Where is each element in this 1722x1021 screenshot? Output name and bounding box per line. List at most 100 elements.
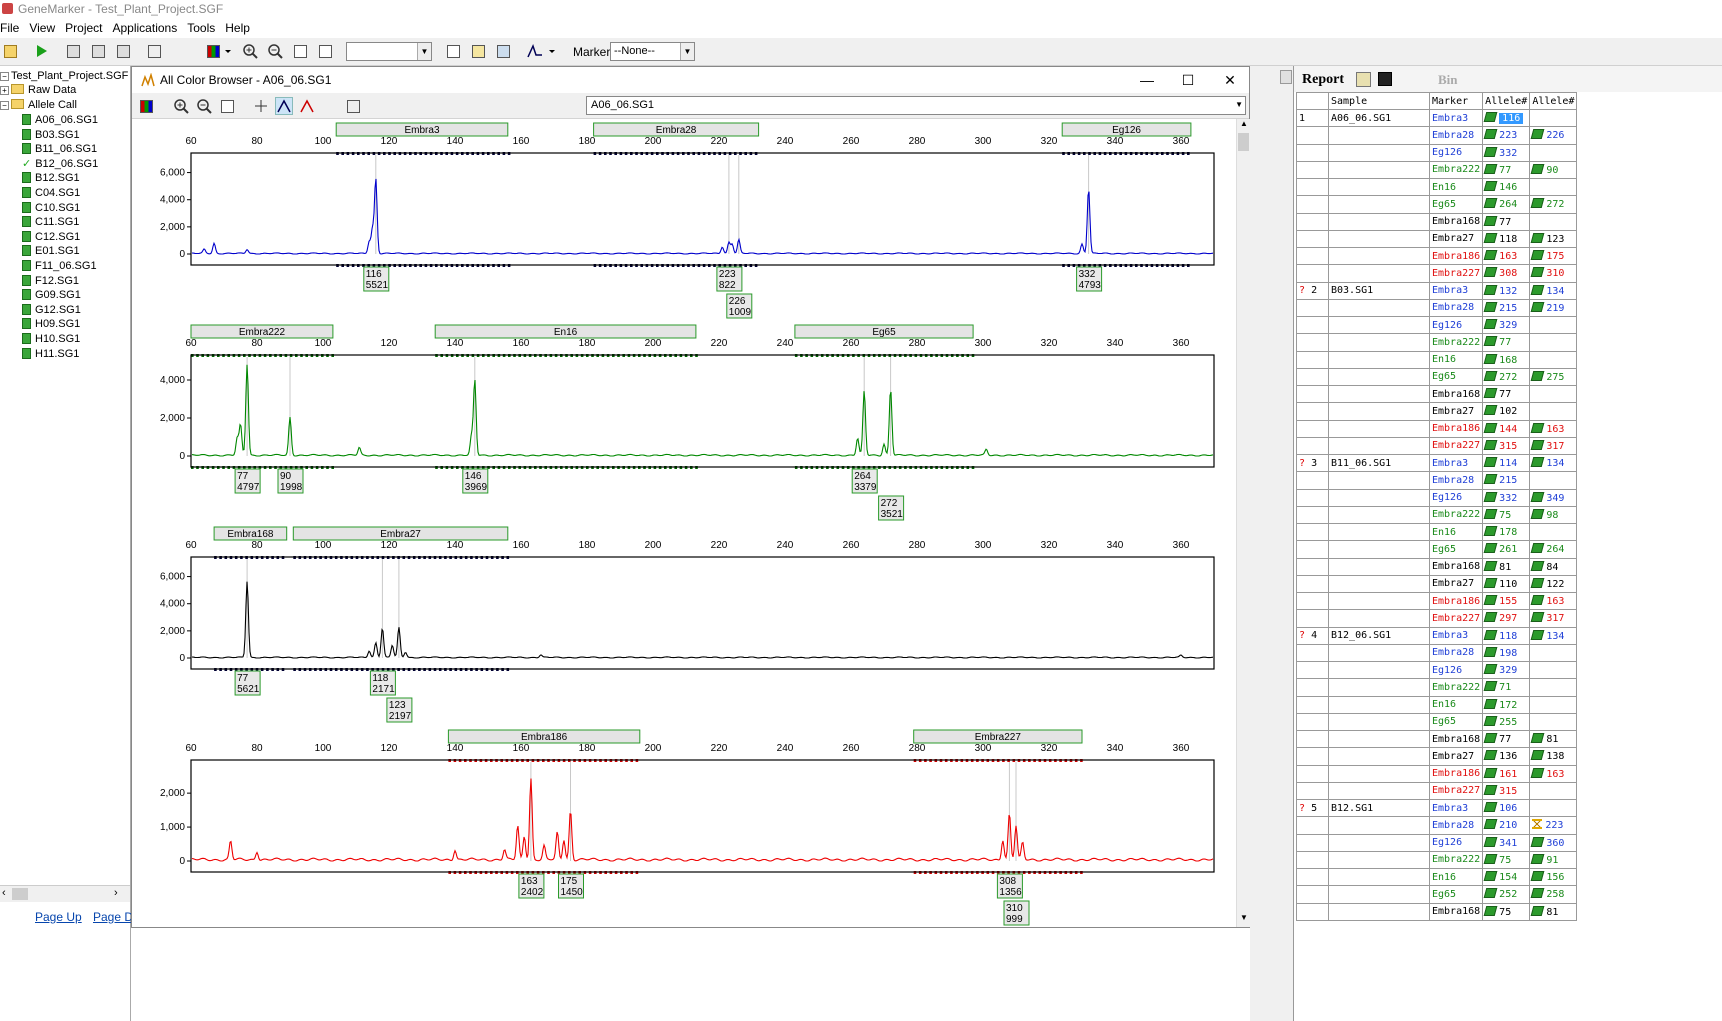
marker-cell[interactable]: Embra3 <box>1430 455 1483 472</box>
table-row[interactable]: Embra227315317 <box>1297 437 1577 454</box>
allele-cell[interactable]: 258 <box>1530 886 1577 903</box>
sample-cell[interactable] <box>1329 593 1430 610</box>
marker-cell[interactable]: Eg65 <box>1430 368 1483 385</box>
allele-cell[interactable]: 308 <box>1483 265 1530 282</box>
table-row[interactable]: Embra22277 <box>1297 334 1577 351</box>
table-row[interactable]: Eg65255 <box>1297 713 1577 730</box>
table-row[interactable]: ? 2B03.SG1Embra3132134 <box>1297 282 1577 299</box>
color-palette-icon[interactable] <box>137 97 155 115</box>
tree-file-item[interactable]: C12.SG1 <box>22 230 80 244</box>
marker-cell[interactable]: Embra227 <box>1430 437 1483 454</box>
marker-cell[interactable]: Embra28 <box>1430 299 1483 316</box>
allele-cell[interactable]: 114 <box>1483 455 1530 472</box>
sample-cell[interactable] <box>1329 817 1430 834</box>
allele-cell[interactable]: 134 <box>1530 455 1577 472</box>
marker-cell[interactable]: Eg65 <box>1430 541 1483 558</box>
table-row[interactable]: Embra16877 <box>1297 386 1577 403</box>
marker-cell[interactable]: Eg126 <box>1430 834 1483 851</box>
marker-cell[interactable]: Embra168 <box>1430 558 1483 575</box>
color-palette-icon[interactable] <box>204 42 222 60</box>
allele-cell[interactable] <box>1530 213 1577 230</box>
tree-file-item[interactable]: F11_06.SG1 <box>22 259 97 273</box>
allele-cell[interactable]: 332 <box>1483 489 1530 506</box>
allele-cell[interactable]: 226 <box>1530 127 1577 144</box>
allele-cell[interactable]: 91 <box>1530 851 1577 868</box>
allele-cell[interactable]: 77 <box>1483 161 1530 178</box>
allele-cell[interactable]: 264 <box>1483 196 1530 213</box>
peak-label-icon[interactable] <box>275 97 293 115</box>
allele-cell[interactable]: 317 <box>1530 437 1577 454</box>
table-row[interactable]: Eg65272275 <box>1297 368 1577 385</box>
sample-cell[interactable] <box>1329 213 1430 230</box>
sample-cell[interactable] <box>1329 644 1430 661</box>
tree-file-item[interactable]: B03.SG1 <box>22 128 80 142</box>
allele-cell[interactable]: 90 <box>1530 161 1577 178</box>
allele-cell[interactable]: 154 <box>1483 869 1530 886</box>
table-row[interactable]: Embra27118123 <box>1297 230 1577 247</box>
sample-cell[interactable] <box>1329 437 1430 454</box>
allele-cell[interactable]: 163 <box>1530 765 1577 782</box>
sample-cell[interactable] <box>1329 748 1430 765</box>
sample-cell[interactable] <box>1329 403 1430 420</box>
allele-cell[interactable]: 132 <box>1483 282 1530 299</box>
marker-cell[interactable]: Eg126 <box>1430 144 1483 161</box>
allele-cell[interactable]: 275 <box>1530 368 1577 385</box>
allele-cell[interactable]: 360 <box>1530 834 1577 851</box>
palette-dropdown-icon[interactable] <box>222 42 234 60</box>
browser-vertical-scrollbar[interactable]: ▲ ▼ <box>1236 119 1250 927</box>
allele-cell[interactable] <box>1530 179 1577 196</box>
tree-file-item[interactable]: E01.SG1 <box>22 244 80 258</box>
table-row[interactable]: En16146 <box>1297 179 1577 196</box>
marker-cell[interactable]: Embra3 <box>1430 800 1483 817</box>
marker-cell[interactable]: Embra28 <box>1430 472 1483 489</box>
table-row[interactable]: Eg65252258 <box>1297 886 1577 903</box>
sample-cell[interactable] <box>1329 386 1430 403</box>
column-header[interactable]: Marker <box>1430 93 1483 110</box>
allele-cell[interactable]: 172 <box>1483 696 1530 713</box>
table-row[interactable]: Embra1688184 <box>1297 558 1577 575</box>
table-row[interactable]: En16172 <box>1297 696 1577 713</box>
allele-cell[interactable] <box>1530 679 1577 696</box>
table-row[interactable]: Embra28215 <box>1297 472 1577 489</box>
table-row[interactable]: Embra27136138 <box>1297 748 1577 765</box>
tree-file-item[interactable]: H11.SG1 <box>22 347 79 361</box>
table-row[interactable]: En16154156 <box>1297 869 1577 886</box>
tree-raw-data[interactable]: +Raw Data <box>0 83 76 97</box>
marker-cell[interactable]: Embra222 <box>1430 679 1483 696</box>
run-play-icon[interactable] <box>32 42 50 60</box>
allele-cell[interactable] <box>1530 110 1577 127</box>
allele-cell[interactable]: 175 <box>1530 248 1577 265</box>
sample-cell[interactable]: B03.SG1 <box>1329 282 1430 299</box>
allele-cell[interactable]: 252 <box>1483 886 1530 903</box>
allele-cell[interactable]: 215 <box>1483 472 1530 489</box>
allele-cell[interactable]: 315 <box>1483 782 1530 799</box>
allele-cell[interactable] <box>1530 144 1577 161</box>
table-row[interactable]: Embra227315 <box>1297 782 1577 799</box>
table-row[interactable]: Embra28215219 <box>1297 299 1577 316</box>
table-row[interactable]: Embra27110122 <box>1297 575 1577 592</box>
display-combo[interactable]: ▼ <box>346 42 432 61</box>
table-row[interactable]: Embra2227598 <box>1297 506 1577 523</box>
scroll-up-icon[interactable]: ▲ <box>1240 119 1248 128</box>
allele-cell[interactable]: 138 <box>1530 748 1577 765</box>
tree-file-item[interactable]: H09.SG1 <box>22 317 80 331</box>
menu-view[interactable]: View <box>29 18 65 35</box>
allele-cell[interactable] <box>1530 403 1577 420</box>
marker-cell[interactable]: Embra222 <box>1430 506 1483 523</box>
sample-cell[interactable] <box>1329 506 1430 523</box>
zoom-fit-icon[interactable] <box>218 97 236 115</box>
sample-cell[interactable]: A06_06.SG1 <box>1329 110 1430 127</box>
marker-cell[interactable]: En16 <box>1430 524 1483 541</box>
sample-cell[interactable] <box>1329 179 1430 196</box>
tree-file-item[interactable]: C11.SG1 <box>22 215 79 229</box>
tree-file-item[interactable]: ✓B12_06.SG1 <box>22 157 98 171</box>
scroll-left-icon[interactable]: ‹ <box>2 887 6 899</box>
table-row[interactable]: ? 5B12.SG1Embra3106 <box>1297 800 1577 817</box>
allele-cell[interactable]: 75 <box>1483 903 1530 920</box>
table-row[interactable]: En16168 <box>1297 351 1577 368</box>
sample-cell[interactable] <box>1329 851 1430 868</box>
allele-cell[interactable]: 219 <box>1530 299 1577 316</box>
sample-cell[interactable] <box>1329 558 1430 575</box>
menu-applications[interactable]: Applications <box>113 18 188 35</box>
tree-file-item[interactable]: C04.SG1 <box>22 186 80 200</box>
